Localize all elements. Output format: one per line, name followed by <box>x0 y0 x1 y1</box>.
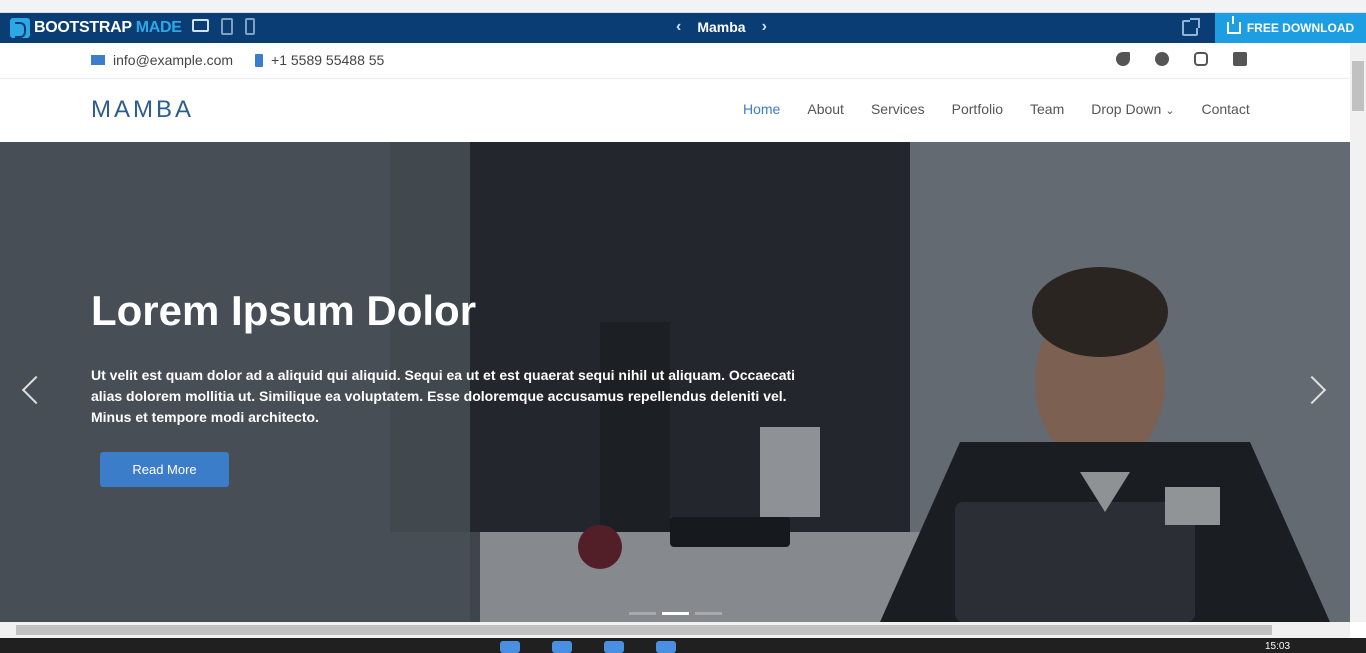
bootstrapmade-logo[interactable]: BOOTSTRAP MADE <box>10 17 182 39</box>
device-switcher <box>192 18 255 35</box>
theme-switcher: ‹ Mamba › <box>676 18 767 36</box>
os-taskbar: 15:03 <box>0 638 1366 653</box>
external-link-icon[interactable] <box>1182 18 1200 36</box>
next-theme-icon[interactable]: › <box>762 18 767 36</box>
main-nav: Home About Services Portfolio Team Drop … <box>743 101 1250 117</box>
app-icon[interactable] <box>604 641 624 653</box>
logo-made-text: MADE <box>135 19 182 36</box>
taskbar-apps <box>500 641 676 653</box>
download-icon <box>1226 16 1241 34</box>
browser-toolbar <box>0 0 1366 13</box>
vertical-scrollbar[interactable] <box>1350 43 1366 622</box>
theme-name: Mamba <box>697 19 746 35</box>
bootstrapmade-preview-bar: BOOTSTRAP MADE ‹ Mamba › FREE DOWNLOAD <box>0 13 1366 43</box>
nav-contact[interactable]: Contact <box>1201 101 1249 117</box>
nav-home[interactable]: Home <box>743 101 780 117</box>
taskbar-clock[interactable]: 15:03 <box>1265 641 1290 652</box>
nav-drop-down[interactable]: Drop Down <box>1091 101 1174 117</box>
desktop-icon[interactable] <box>192 19 209 32</box>
horizontal-scrollbar[interactable] <box>0 622 1350 638</box>
logo-bootstrap-text: BOOTSTRAP <box>34 19 132 36</box>
contact-info: info@example.com +1 5589 55488 55 <box>91 52 384 68</box>
site-logo[interactable]: MAMBA <box>91 96 194 124</box>
horizontal-scroll-thumb[interactable] <box>16 625 1272 635</box>
indicator-3[interactable] <box>695 612 722 615</box>
nav-services[interactable]: Services <box>871 101 925 117</box>
app-icon[interactable] <box>500 641 520 653</box>
bootstrapmade-mark-icon <box>10 18 30 38</box>
free-download-button[interactable]: FREE DOWNLOAD <box>1215 13 1366 43</box>
nav-about[interactable]: About <box>807 101 844 117</box>
instagram-icon[interactable] <box>1194 52 1208 66</box>
free-download-label: FREE DOWNLOAD <box>1246 21 1355 35</box>
social-links <box>1116 52 1247 66</box>
carousel-indicators <box>629 612 722 615</box>
previous-theme-icon[interactable]: ‹ <box>676 18 681 36</box>
linkedin-icon[interactable] <box>1233 52 1247 66</box>
phone-icon <box>255 53 264 67</box>
facebook-icon[interactable] <box>1155 52 1169 66</box>
hero-description: Ut velit est quam dolor ad a aliquid qui… <box>91 367 796 425</box>
contact-topbar: info@example.com +1 5589 55488 55 <box>0 43 1350 79</box>
app-icon[interactable] <box>552 641 572 653</box>
hero-carousel: Lorem Ipsum Dolor Ut velit est quam dolo… <box>0 142 1350 622</box>
read-more-button[interactable]: Read More <box>100 452 229 487</box>
phone-icon[interactable] <box>245 18 255 35</box>
indicator-2[interactable] <box>662 612 689 615</box>
app-icon[interactable] <box>656 641 676 653</box>
tablet-icon[interactable] <box>221 18 233 35</box>
twitter-icon[interactable] <box>1116 52 1130 66</box>
indicator-1[interactable] <box>629 612 656 615</box>
vertical-scroll-thumb[interactable] <box>1352 61 1364 111</box>
hero-title: Lorem Ipsum Dolor <box>91 287 477 334</box>
contact-phone: +1 5589 55488 55 <box>271 52 385 68</box>
nav-team[interactable]: Team <box>1030 101 1064 117</box>
site-header: MAMBA Home About Services Portfolio Team… <box>0 79 1350 142</box>
nav-portfolio[interactable]: Portfolio <box>952 101 1003 117</box>
envelope-icon <box>91 55 105 65</box>
contact-email[interactable]: info@example.com <box>113 52 233 68</box>
